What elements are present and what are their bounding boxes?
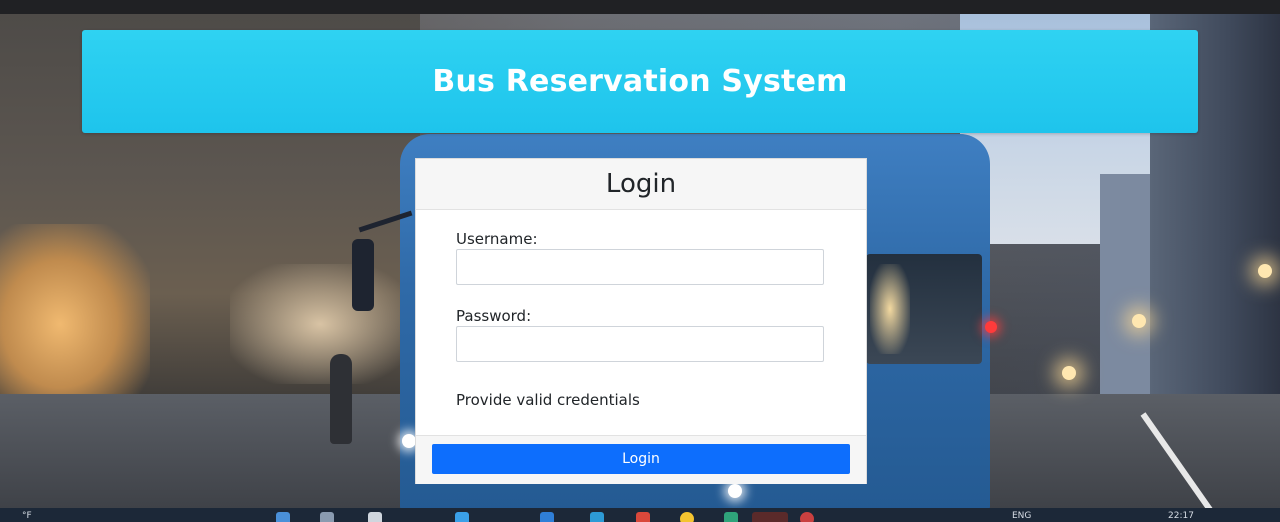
weather-widget[interactable]: °F: [22, 510, 32, 522]
clock[interactable]: 22:17: [1168, 510, 1194, 522]
login-form: Username: Password: Provide valid creden…: [416, 210, 866, 436]
start-icon[interactable]: [276, 512, 290, 522]
page-title: Bus Reservation System: [432, 64, 848, 99]
password-label: Password:: [456, 307, 532, 325]
browser-viewport: Bus Reservation System Login Username: P…: [0, 0, 1280, 522]
taskbar: °F ENG 22:17: [0, 508, 1280, 522]
chrome-icon[interactable]: [680, 512, 694, 522]
login-card: Login Username: Password: Provide valid …: [415, 158, 867, 484]
search-icon[interactable]: [320, 512, 334, 522]
validation-message: Provide valid credentials: [456, 391, 640, 409]
store-icon[interactable]: [540, 512, 554, 522]
username-input[interactable]: [456, 249, 824, 285]
password-input[interactable]: [456, 326, 824, 362]
language-indicator[interactable]: ENG: [1012, 510, 1031, 522]
header-banner: Bus Reservation System: [82, 30, 1198, 133]
username-label: Username:: [456, 230, 538, 248]
app-icon[interactable]: [636, 512, 650, 522]
recorder-icon[interactable]: [800, 512, 814, 522]
edge-icon[interactable]: [455, 512, 469, 522]
login-card-header: Login: [416, 159, 866, 210]
browser-top-strip: [0, 0, 1280, 14]
mail-icon[interactable]: [590, 512, 604, 522]
login-button[interactable]: Login: [432, 444, 850, 474]
active-app-icon[interactable]: [752, 512, 788, 522]
login-card-footer: Login: [416, 435, 866, 484]
login-title: Login: [605, 169, 677, 199]
task-view-icon[interactable]: [368, 512, 382, 522]
vscode-icon[interactable]: [724, 512, 738, 522]
